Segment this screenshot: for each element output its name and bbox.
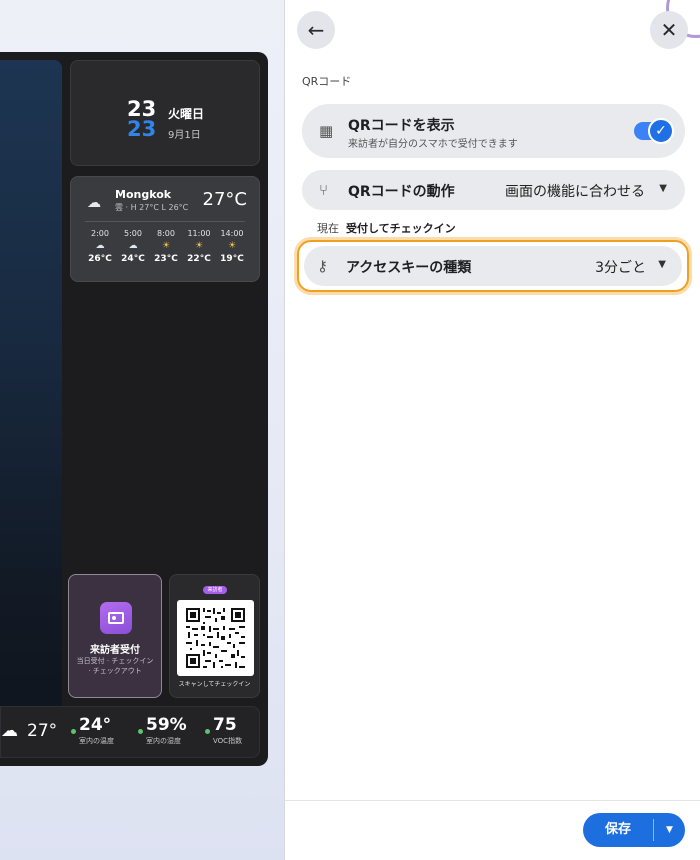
partly-sunny-icon: ☀	[227, 241, 237, 251]
forecast-temp: 26°C	[88, 254, 112, 264]
forecast-item: 11:00 ☀ 22°C	[182, 229, 216, 264]
clock-hour: 23	[127, 97, 157, 121]
cloud-icon: ☁	[128, 241, 138, 251]
forecast-item: 14:00 ☀ 19°C	[215, 229, 249, 264]
background-photo	[0, 60, 62, 750]
id-card-icon	[100, 602, 132, 634]
forecast-time: 11:00	[187, 229, 211, 238]
stat-label: 室内の温度	[79, 737, 114, 745]
visitor-checkin-widget: 来訪者受付 当日受付 · チェックイン · チェックアウト	[68, 574, 162, 698]
environment-stats-bar: ☁ 27° 24° 室内の温度 59% 室内の湿度 75 VOC指数	[0, 706, 260, 758]
clock-date: 9月1日	[168, 130, 201, 141]
stat-value: 24°	[79, 715, 112, 735]
cloud-icon: ☁	[95, 241, 105, 251]
chevron-down-icon: ▼	[658, 259, 666, 270]
status-dot	[71, 729, 76, 734]
forecast-temp: 22°C	[187, 254, 211, 264]
qr-action-select[interactable]: ⑂ QRコードの動作 画面の機能に合わせる ▼	[302, 170, 685, 210]
stat-value: 59%	[146, 715, 187, 735]
partly-sunny-icon: ☀	[161, 241, 171, 251]
qr-badge: 来訪者	[203, 586, 227, 594]
cloud-icon: ☁	[1, 721, 18, 741]
forecast-item: 8:00 ☀ 23°C	[149, 229, 183, 264]
qr-action-title: QRコードの動作	[348, 184, 455, 200]
back-button[interactable]: ←	[297, 11, 335, 49]
stat-indoor-humidity: 59% 室内の湿度	[138, 715, 187, 746]
stat-indoor-temp: 24° 室内の温度	[71, 715, 114, 746]
close-icon: ✕	[660, 18, 678, 42]
current-value: 受付してチェックイン	[346, 222, 456, 235]
clock-widget: 23 23 火曜日 9月1日	[70, 60, 260, 166]
save-split-button: 保存 ▼	[583, 813, 685, 847]
qr-action-value: 画面の機能に合わせる	[505, 184, 645, 200]
weather-condition: 雲 · H 27°C L 26°C	[115, 203, 189, 212]
key-icon: ⚷	[317, 257, 328, 275]
status-dot	[138, 729, 143, 734]
show-qr-subtitle: 来訪者が自分のスマホで受付できます	[348, 139, 518, 150]
qr-widget: 来訪者 スキャンしてチェックイン	[169, 574, 260, 698]
cloud-icon: ☁	[87, 195, 101, 211]
footer-divider	[285, 800, 700, 801]
stat-label: VOC指数	[213, 737, 243, 745]
divider	[85, 221, 245, 222]
current-label: 現在	[317, 222, 339, 235]
status-dot	[205, 729, 210, 734]
weather-widget: ☁ Mongkok 雲 · H 27°C L 26°C 27°C 2:00 ☁ …	[70, 176, 260, 282]
show-qr-title: QRコードを表示	[348, 118, 455, 134]
forecast-item: 2:00 ☁ 26°C	[83, 229, 117, 264]
section-title: QRコード	[302, 75, 352, 88]
forecast-time: 8:00	[157, 229, 175, 238]
forecast-time: 14:00	[220, 229, 244, 238]
display-preview: 23 23 火曜日 9月1日 ☁ Mongkok 雲 · H 27°C L 26…	[0, 52, 268, 766]
visitor-subtitle: 当日受付 · チェックイン · チェックアウト	[76, 657, 154, 675]
settings-panel: ← ✕ QRコード ▦ QRコードを表示 来訪者が自分のスマホで受付できます ✓…	[284, 0, 700, 860]
show-qr-toggle[interactable]: ✓	[634, 118, 674, 144]
qr-caption: スキャンしてチェックイン	[178, 681, 251, 688]
close-button[interactable]: ✕	[650, 11, 688, 49]
checkmark-icon: ✓	[648, 118, 674, 144]
access-key-focus-ring: ⚷ アクセスキーの種類 3分ごと ▼	[297, 240, 689, 292]
visitor-title: 来訪者受付	[90, 645, 140, 656]
access-key-title: アクセスキーの種類	[346, 260, 472, 276]
fork-icon: ⑂	[319, 181, 329, 199]
forecast-temp: 19°C	[220, 254, 244, 264]
weather-current-temp: 27°C	[202, 189, 247, 210]
show-qr-row[interactable]: ▦ QRコードを表示 来訪者が自分のスマホで受付できます ✓	[302, 104, 685, 158]
access-key-select[interactable]: ⚷ アクセスキーの種類 3分ごと ▼	[304, 246, 682, 286]
qr-code-icon: ▦	[319, 122, 334, 140]
access-key-value: 3分ごと	[595, 260, 646, 276]
qr-code-image	[177, 600, 254, 676]
stat-voc-index: 75 VOC指数	[205, 715, 243, 746]
forecast-temp: 23°C	[154, 254, 178, 264]
stat-label: 室内の湿度	[146, 737, 181, 745]
weather-city: Mongkok	[115, 188, 172, 201]
forecast-time: 5:00	[124, 229, 142, 238]
clock-weekday: 火曜日	[168, 107, 205, 121]
save-options-button[interactable]: ▼	[654, 813, 685, 847]
arrow-left-icon: ←	[307, 18, 325, 42]
stat-value: 75	[213, 715, 237, 735]
forecast-temp: 24°C	[121, 254, 145, 264]
chevron-down-icon: ▼	[666, 825, 673, 835]
forecast-item: 5:00 ☁ 24°C	[116, 229, 150, 264]
chevron-down-icon: ▼	[659, 183, 667, 194]
clock-minute: 23	[127, 117, 157, 141]
outdoor-temp: 27°	[27, 721, 58, 741]
forecast-time: 2:00	[91, 229, 109, 238]
partly-sunny-icon: ☀	[194, 241, 204, 251]
save-button[interactable]: 保存	[583, 813, 653, 847]
